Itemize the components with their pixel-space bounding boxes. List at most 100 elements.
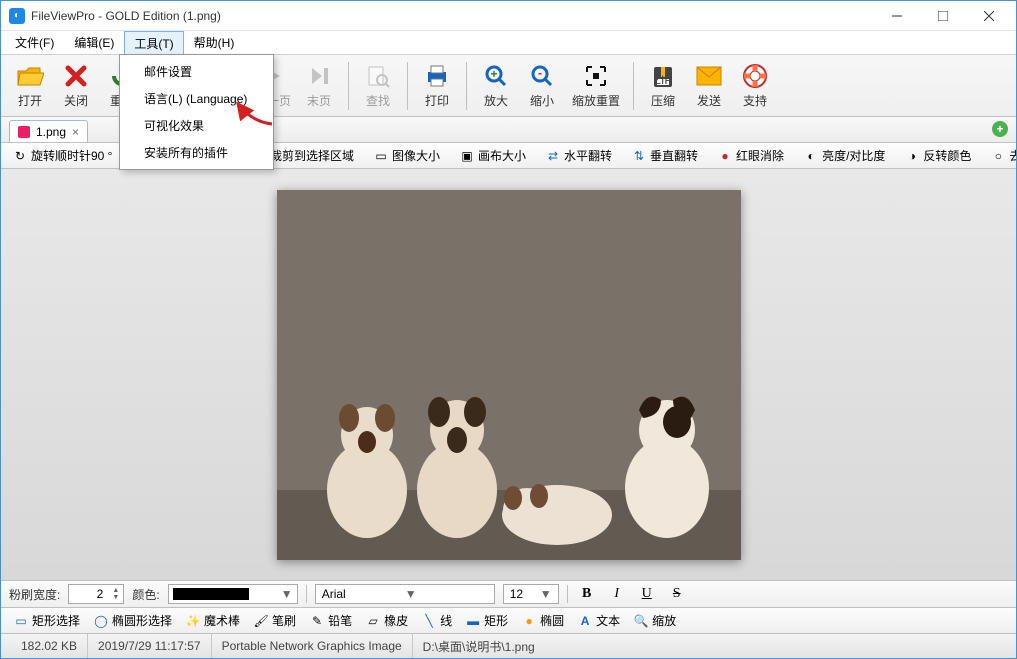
flip-h-button[interactable]: ⇄水平翻转 [540, 145, 618, 167]
find-button[interactable]: 查找 [357, 60, 399, 111]
dd-language[interactable]: 语言(L) (Language) [122, 85, 271, 112]
canvas-size-icon: ▣ [460, 149, 474, 163]
pencil-tool[interactable]: ✎铅笔 [305, 610, 357, 632]
menu-tools[interactable]: 工具(T) [124, 31, 183, 54]
zoom-in-button[interactable]: + 放大 [475, 60, 517, 111]
wand-icon: ✨ [186, 614, 200, 628]
font-size-select[interactable]: 12▼ [503, 584, 559, 604]
color-swatch [173, 588, 249, 600]
shape-bar: ▭矩形选择 ◯椭圆形选择 ✨魔术棒 🖌笔刷 ✎铅笔 ▱橡皮 ╲线 ▬矩形 ●椭圆… [1, 608, 1016, 634]
redeye-button[interactable]: ●红眼消除 [712, 145, 790, 167]
spinner-icon[interactable]: ▲▼ [112, 587, 119, 601]
brush-width-input[interactable]: ▲▼ [68, 584, 124, 604]
zoom-out-button[interactable]: - 缩小 [521, 60, 563, 111]
toolbar-separator [466, 62, 467, 110]
image-size-button[interactable]: ▭图像大小 [368, 145, 446, 167]
zip-icon: ZIP [649, 62, 677, 90]
invert-icon: ◑ [905, 149, 919, 163]
rect-select-icon: ▭ [14, 614, 28, 628]
brightness-icon: ◐ [804, 149, 818, 163]
line-icon: ╲ [422, 614, 436, 628]
pencil-icon: ✎ [310, 614, 324, 628]
rotate-cw-button[interactable]: ↻旋转顺时针90 ° [7, 145, 118, 167]
compress-button[interactable]: ZIP 压缩 [642, 60, 684, 111]
status-filesize: 182.02 KB [11, 634, 88, 658]
support-button[interactable]: 支持 [734, 60, 776, 111]
ellipse-select-tool[interactable]: ◯椭圆形选择 [89, 610, 177, 632]
menu-file[interactable]: 文件(F) [5, 31, 64, 54]
brush-width-field[interactable] [73, 587, 103, 601]
minimize-button[interactable] [874, 1, 920, 31]
tab-label: 1.png [36, 125, 66, 139]
brush-tool[interactable]: 🖌笔刷 [249, 610, 301, 632]
strike-button[interactable]: S [666, 584, 688, 604]
image-viewer[interactable]: 书 photo ◎ 安下载 anxz.com [1, 169, 1016, 580]
underline-button[interactable]: U [636, 584, 658, 604]
bold-button[interactable]: B [576, 584, 598, 604]
print-icon [423, 62, 451, 90]
invert-button[interactable]: ◑反转颜色 [899, 145, 977, 167]
desaturate-icon: ○ [991, 149, 1005, 163]
svg-text:-: - [538, 66, 542, 80]
maximize-button[interactable] [920, 1, 966, 31]
open-button[interactable]: 打开 [9, 60, 51, 111]
close-file-button[interactable]: 关闭 [55, 60, 97, 111]
mail-icon [695, 62, 723, 90]
desaturate-button[interactable]: ○去色 [985, 145, 1016, 167]
status-date: 2019/7/29 11:17:57 [88, 634, 212, 658]
image-size-icon: ▭ [374, 149, 388, 163]
brush-width-label: 粉刷宽度: [9, 586, 60, 603]
redeye-icon: ● [718, 149, 732, 163]
close-button[interactable] [966, 1, 1012, 31]
zoom-in-icon: + [482, 62, 510, 90]
tab-close-icon[interactable]: × [72, 125, 79, 139]
toolbar-separator [348, 62, 349, 110]
lifebuoy-icon [741, 62, 769, 90]
italic-button[interactable]: I [606, 584, 628, 604]
brightness-button[interactable]: ◐亮度/对比度 [798, 145, 891, 167]
rect-select-tool[interactable]: ▭矩形选择 [9, 610, 85, 632]
dd-visual-effects[interactable]: 可视化效果 [122, 112, 271, 139]
text-tool[interactable]: A文本 [573, 610, 625, 632]
eraser-icon: ▱ [366, 614, 380, 628]
svg-text:+: + [490, 67, 497, 81]
document-tab[interactable]: 1.png × [9, 120, 88, 142]
toolbar-separator [633, 62, 634, 110]
text-icon: A [578, 614, 592, 628]
send-button[interactable]: 发送 [688, 60, 730, 111]
last-page-icon [305, 62, 333, 90]
svg-text:ZIP: ZIP [654, 73, 673, 87]
font-select[interactable]: Arial▼ [315, 584, 495, 604]
print-button[interactable]: 打印 [416, 60, 458, 111]
rotate-cw-icon: ↻ [13, 149, 27, 163]
dd-install-plugins[interactable]: 安装所有的插件 [122, 139, 271, 166]
zoom-tool[interactable]: 🔍缩放 [629, 610, 681, 632]
last-button[interactable]: 末页 [298, 60, 340, 111]
tools-dropdown: 邮件设置 语言(L) (Language) 可视化效果 安装所有的插件 [119, 54, 274, 170]
wand-tool[interactable]: ✨魔术棒 [181, 610, 245, 632]
rect-icon: ▬ [466, 614, 480, 628]
dd-mail-settings[interactable]: 邮件设置 [122, 58, 271, 85]
statusbar: 182.02 KB 2019/7/29 11:17:57 Portable Ne… [1, 634, 1016, 658]
menu-edit[interactable]: 编辑(E) [64, 31, 124, 54]
flip-v-icon: ⇅ [632, 149, 646, 163]
status-filetype: Portable Network Graphics Image [212, 634, 413, 658]
canvas-size-button[interactable]: ▣画布大小 [454, 145, 532, 167]
flip-h-icon: ⇄ [546, 149, 560, 163]
toolbar-separator [407, 62, 408, 110]
menu-help[interactable]: 帮助(H) [184, 31, 245, 54]
ellipse-tool[interactable]: ●椭圆 [517, 610, 569, 632]
titlebar: ◐ FileViewPro - GOLD Edition (1.png) [1, 1, 1016, 31]
zoom-reset-button[interactable]: 缩放重置 [567, 60, 625, 111]
format-bar: 粉刷宽度: ▲▼ 颜色: ▼ Arial▼ 12▼ B I U S [1, 580, 1016, 608]
flip-v-button[interactable]: ⇅垂直翻转 [626, 145, 704, 167]
add-tab-button[interactable]: + [992, 121, 1008, 137]
line-tool[interactable]: ╲线 [417, 610, 457, 632]
close-x-icon [62, 62, 90, 90]
rect-tool[interactable]: ▬矩形 [461, 610, 513, 632]
app-icon: ◐ [9, 8, 25, 24]
color-select[interactable]: ▼ [168, 584, 298, 604]
folder-open-icon [16, 62, 44, 90]
ellipse-select-icon: ◯ [94, 614, 108, 628]
eraser-tool[interactable]: ▱橡皮 [361, 610, 413, 632]
